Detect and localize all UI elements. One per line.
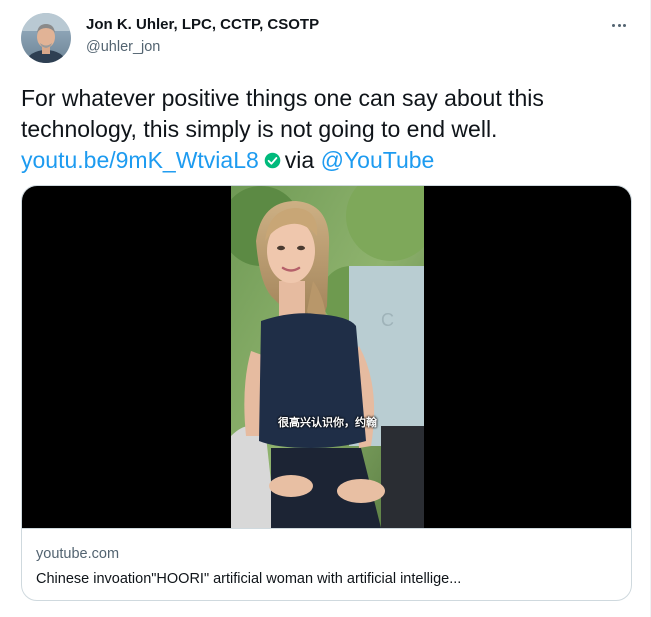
- video-thumbnail[interactable]: C 很高兴认识你，约翰: [22, 186, 631, 528]
- card-title: Chinese invoation"HOORI" artificial woma…: [36, 571, 462, 587]
- tweet-text-line: youtu.be/9mK_WtviaL8 via @YouTube: [21, 145, 631, 176]
- more-dots-icon-dot: [623, 23, 627, 27]
- tweet-text-line: For whatever positive things one can say…: [21, 85, 544, 111]
- youtube-mention-link[interactable]: @YouTube: [321, 147, 435, 173]
- via-text: via: [284, 147, 315, 173]
- more-options-button[interactable]: [606, 14, 632, 36]
- link-preview-card[interactable]: C 很高兴认识你，约翰 youtube.com Chinese invoatio…: [21, 185, 632, 601]
- avatar[interactable]: [21, 13, 71, 63]
- video-subtitle: 很高兴认识你，约翰: [278, 417, 377, 429]
- author-handle[interactable]: @uhler_jon: [86, 39, 160, 55]
- video-frame: C 很高兴认识你，约翰: [231, 186, 424, 528]
- woman-video-thumbnail-icon: C: [231, 186, 424, 528]
- card-footer[interactable]: youtube.com Chinese invoation"HOORI" art…: [22, 528, 631, 600]
- svg-text:C: C: [381, 310, 394, 330]
- youtube-short-link[interactable]: youtu.be/9mK_WtviaL8: [21, 147, 259, 173]
- more-dots-icon: [611, 23, 615, 27]
- tweet-container: Jon K. Uhler, LPC, CCTP, CSOTP @uhler_jo…: [0, 0, 651, 617]
- tweet-text-line: technology, this simply is not going to …: [21, 116, 498, 142]
- verified-check-icon: [264, 152, 281, 169]
- more-dots-icon-dot: [617, 23, 621, 27]
- tweet-text: For whatever positive things one can say…: [21, 83, 631, 176]
- person-avatar-icon: [21, 13, 71, 63]
- author-name[interactable]: Jon K. Uhler, LPC, CCTP, CSOTP: [86, 16, 319, 33]
- card-domain: youtube.com: [36, 546, 120, 562]
